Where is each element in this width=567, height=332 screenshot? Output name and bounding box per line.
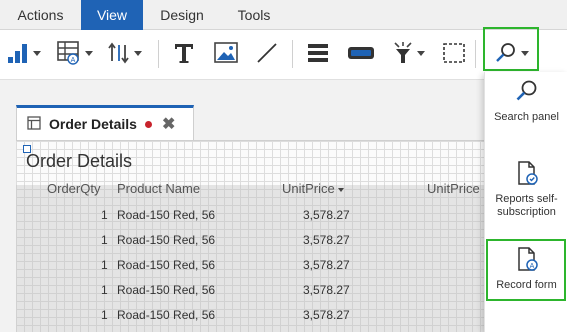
stack-icon — [305, 40, 331, 66]
chevron-down-icon — [417, 50, 425, 56]
rectangle-button[interactable] — [346, 38, 376, 68]
chevron-down-icon — [134, 50, 142, 56]
cell-product: Road-150 Red, 56 — [117, 208, 216, 222]
cell-product: Road-150 Red, 56 — [117, 283, 216, 297]
sort-button[interactable] — [107, 38, 142, 68]
filter-icon — [392, 40, 414, 66]
report-design-surface[interactable]: Order Details OrderQty Product Name Unit… — [16, 140, 484, 332]
report-data-band — [16, 185, 484, 332]
svg-text:A: A — [71, 57, 76, 64]
column-header-unitprice-2[interactable]: UnitPrice — [427, 181, 480, 196]
menu-bar: Actions View Design Tools — [0, 0, 567, 30]
search-dropdown-menu: Search panel Reports self-subscription A… — [484, 72, 567, 332]
tab-title: Order Details — [49, 116, 137, 132]
toolbar-separator — [475, 40, 476, 68]
filter-button[interactable] — [392, 38, 425, 68]
rectangle-icon — [346, 40, 376, 66]
close-icon[interactable]: ✖ — [162, 114, 175, 134]
search-menu-button[interactable] — [494, 38, 529, 68]
toolbar-separator — [158, 40, 159, 68]
search-icon — [514, 78, 540, 107]
text-button[interactable] — [172, 38, 196, 68]
column-header-unitprice[interactable]: UnitPrice — [282, 181, 344, 196]
image-icon — [213, 40, 239, 66]
menu-item-reports-self-subscription[interactable]: Reports self-subscription — [487, 160, 566, 232]
menu-view[interactable]: View — [81, 0, 143, 30]
chevron-down-icon — [85, 50, 93, 56]
report-icon — [27, 115, 41, 133]
record-form-icon: A — [514, 246, 540, 275]
column-header-label: UnitPrice — [282, 181, 335, 196]
chart-button[interactable] — [6, 38, 41, 68]
sort-arrows-icon — [107, 41, 131, 65]
menu-item-record-form[interactable]: A Record form — [487, 246, 566, 300]
cell-qty: 1 — [101, 208, 108, 222]
line-button[interactable] — [254, 38, 280, 68]
design-canvas: Order Details ✖ Order Details OrderQty P… — [0, 80, 484, 332]
cell-product: Road-150 Red, 56 — [117, 258, 216, 272]
tab-order-details[interactable]: Order Details ✖ — [16, 105, 194, 140]
cell-qty: 1 — [101, 283, 108, 297]
column-header-product-name[interactable]: Product Name — [117, 181, 200, 196]
table-button[interactable]: A — [56, 38, 93, 68]
cell-price: 3,578.27 — [303, 208, 350, 222]
chevron-down-icon — [521, 50, 529, 56]
table-grid-icon: A — [56, 40, 82, 66]
cell-price: 3,578.27 — [303, 233, 350, 247]
menu-item-label: Search panel — [494, 111, 559, 123]
cell-price: 3,578.27 — [303, 308, 350, 322]
cell-price: 3,578.27 — [303, 258, 350, 272]
search-icon — [494, 41, 518, 65]
cell-qty: 1 — [101, 308, 108, 322]
text-icon — [172, 41, 196, 65]
cell-qty: 1 — [101, 258, 108, 272]
report-subscription-icon — [514, 160, 540, 189]
menu-item-label: Reports self-subscription — [495, 193, 558, 218]
chevron-down-icon — [33, 50, 41, 56]
cell-qty: 1 — [101, 233, 108, 247]
menu-item-search-panel[interactable]: Search panel — [487, 78, 566, 148]
menu-tools[interactable]: Tools — [221, 0, 287, 30]
toolbar: A — [0, 27, 567, 80]
column-header-orderqty[interactable]: OrderQty — [47, 181, 100, 196]
line-icon — [254, 40, 280, 66]
menu-actions[interactable]: Actions — [0, 0, 81, 30]
report-title[interactable]: Order Details — [26, 151, 132, 172]
stack-button[interactable] — [305, 38, 331, 68]
menu-design[interactable]: Design — [143, 0, 221, 30]
image-button[interactable] — [213, 38, 239, 68]
sort-desc-icon — [337, 187, 344, 192]
cell-product: Road-150 Red, 56 — [117, 308, 216, 322]
bar-chart-icon — [6, 41, 30, 65]
cell-price: 3,578.27 — [303, 283, 350, 297]
menu-item-label: Record form — [496, 279, 557, 291]
selection-button[interactable] — [441, 38, 467, 68]
selection-icon — [441, 40, 467, 66]
svg-text:A: A — [529, 263, 534, 270]
cell-product: Road-150 Red, 56 — [117, 233, 216, 247]
unsaved-indicator — [144, 120, 152, 128]
toolbar-separator — [292, 40, 293, 68]
